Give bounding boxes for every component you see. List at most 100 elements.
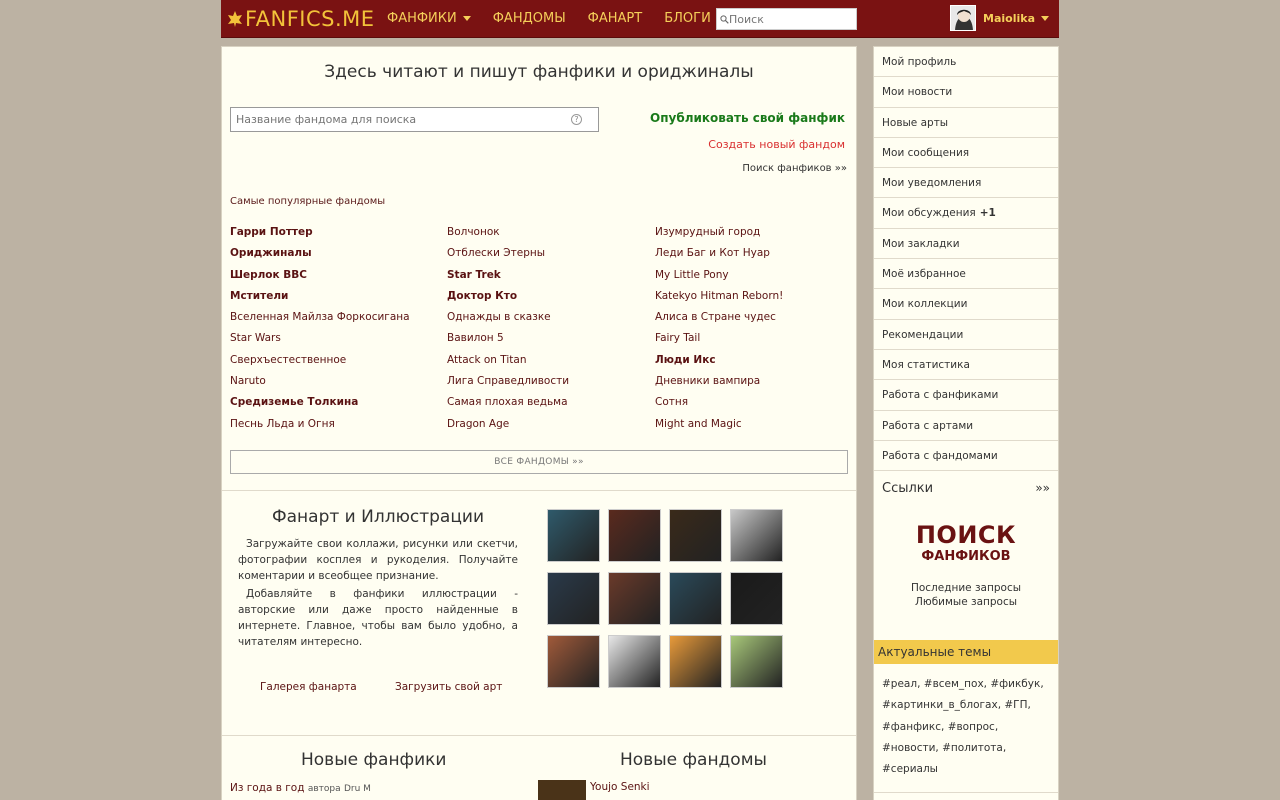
fandom-link[interactable]: Самая плохая ведьма: [447, 394, 655, 415]
fandom-link[interactable]: Волчонок: [447, 224, 655, 245]
art-thumbnail[interactable]: [547, 509, 600, 562]
sidebar-item[interactable]: Мои новости: [874, 77, 1058, 108]
art-thumbnail[interactable]: [669, 572, 722, 625]
fandom-search[interactable]: ?: [230, 107, 599, 132]
topic-tag[interactable]: #всем_пох: [924, 678, 984, 690]
sidebar-item[interactable]: Мои обсуждения +1: [874, 198, 1058, 229]
sidebar-item[interactable]: Мои уведомления: [874, 168, 1058, 199]
sidebar-item[interactable]: Мои коллекции: [874, 289, 1058, 320]
sidebar-item-label[interactable]: Мои сообщения: [882, 147, 969, 159]
sidebar-item-label[interactable]: Работа с фандомами: [882, 450, 998, 462]
new-fic-author[interactable]: Dru M: [344, 784, 371, 794]
publish-fic-link[interactable]: Опубликовать свой фанфик: [650, 111, 845, 125]
create-fandom-link[interactable]: Создать новый фандом: [708, 138, 845, 151]
sidebar-item[interactable]: Мои сообщения: [874, 138, 1058, 169]
topic-tag[interactable]: #фикбук: [990, 678, 1040, 690]
fandom-link[interactable]: Вавилон 5: [447, 330, 655, 351]
art-thumbnail[interactable]: [547, 572, 600, 625]
fic-search-subheading[interactable]: ФАНФИКОВ: [874, 549, 1058, 564]
fandom-link[interactable]: Might and Magic: [655, 416, 850, 437]
fandom-link[interactable]: Алиса в Стране чудес: [655, 309, 850, 330]
sidebar-item-label[interactable]: Мои коллекции: [882, 298, 967, 310]
fandom-link[interactable]: Мстители: [230, 288, 447, 309]
fandom-link[interactable]: Песнь Льда и Огня: [230, 416, 447, 437]
art-thumbnail[interactable]: [669, 509, 722, 562]
fandom-link[interactable]: Ориджиналы: [230, 245, 447, 266]
sidebar-item[interactable]: Моя статистика: [874, 350, 1058, 381]
site-search-input[interactable]: [729, 12, 849, 26]
sidebar-item[interactable]: Новые арты: [874, 108, 1058, 138]
site-search[interactable]: [716, 8, 857, 30]
sidebar-item-label[interactable]: Мой профиль: [882, 56, 956, 68]
upload-art-link[interactable]: Загрузить свой арт: [395, 681, 502, 693]
new-fandom-link[interactable]: Youjo Senki: [590, 781, 650, 793]
topic-tag[interactable]: #ГП: [1004, 699, 1027, 711]
fandom-link[interactable]: Однажды в сказке: [447, 309, 655, 330]
fandom-link[interactable]: Лига Справедливости: [447, 373, 655, 394]
new-fandom-thumbnail[interactable]: [538, 780, 586, 800]
fandom-link[interactable]: Star Wars: [230, 330, 447, 351]
sidebar-item[interactable]: Работа с фандомами: [874, 441, 1058, 472]
topic-tag[interactable]: #картинки_в_блогах: [882, 699, 998, 711]
chevron-down-icon[interactable]: [462, 16, 471, 21]
topic-tag[interactable]: #вопрос: [948, 721, 995, 733]
fandom-link[interactable]: Средиземье Толкина: [230, 394, 447, 415]
topic-tag[interactable]: #политота: [942, 742, 1003, 754]
site-logo[interactable]: FANFICS.ME: [227, 7, 375, 31]
art-thumbnail[interactable]: [730, 572, 783, 625]
art-thumbnail[interactable]: [669, 635, 722, 688]
art-thumbnail[interactable]: [547, 635, 600, 688]
art-thumbnail[interactable]: [608, 635, 661, 688]
help-icon[interactable]: ?: [571, 114, 582, 125]
fic-search-heading[interactable]: ПОИСК: [874, 521, 1058, 549]
art-thumbnail[interactable]: [730, 635, 783, 688]
fandom-link[interactable]: Гарри Поттер: [230, 224, 447, 245]
nav-item[interactable]: ФАНФИКИ: [387, 11, 471, 26]
fandom-link[interactable]: Вселенная Майлза Форкосигана: [230, 309, 447, 330]
new-fic-title[interactable]: Из года в год: [230, 782, 304, 794]
art-thumbnail[interactable]: [608, 572, 661, 625]
fandom-link[interactable]: Fairy Tail: [655, 330, 850, 351]
sidebar-item-label[interactable]: Моё избранное: [882, 268, 966, 280]
fandom-link[interactable]: Сотня: [655, 394, 850, 415]
fandom-link[interactable]: Star Trek: [447, 267, 655, 288]
recent-queries-link[interactable]: Последние запросы: [874, 582, 1058, 594]
art-gallery-link[interactable]: Галерея фанарта: [260, 681, 357, 693]
fandom-link[interactable]: Dragon Age: [447, 416, 655, 437]
new-fic-item[interactable]: Из года в год автора Dru M: [230, 782, 371, 794]
topic-tag[interactable]: #фанфикс: [882, 721, 941, 733]
sidebar-item[interactable]: Мои закладки: [874, 229, 1058, 260]
fandom-link[interactable]: Шерлок BBC: [230, 267, 447, 288]
all-fandoms-button[interactable]: ВСЕ ФАНДОМЫ »»: [230, 450, 848, 474]
art-thumbnail[interactable]: [730, 509, 783, 562]
sidebar-item-label[interactable]: Мои уведомления: [882, 177, 981, 189]
links-row[interactable]: Ссылки »»: [874, 471, 1058, 507]
nav-item-label[interactable]: ФАНАРТ: [588, 11, 643, 26]
sidebar-item[interactable]: Рекомендации: [874, 320, 1058, 350]
username[interactable]: Maiolika: [983, 12, 1035, 25]
links-label[interactable]: Ссылки: [882, 481, 933, 507]
favorite-queries-link[interactable]: Любимые запросы: [874, 596, 1058, 608]
fandom-link[interactable]: Люди Икс: [655, 352, 850, 373]
nav-item-label[interactable]: БЛОГИ: [664, 11, 711, 26]
topic-tag[interactable]: #новости: [882, 742, 935, 754]
fandom-link[interactable]: Katekyo Hitman Reborn!: [655, 288, 850, 309]
sidebar-item-label[interactable]: Работа с артами: [882, 420, 973, 432]
links-arrow[interactable]: »»: [1035, 481, 1050, 507]
fandom-link[interactable]: Сверхъестественное: [230, 352, 447, 373]
fandom-link[interactable]: Доктор Кто: [447, 288, 655, 309]
art-thumbnail[interactable]: [608, 509, 661, 562]
user-menu[interactable]: Maiolika: [950, 5, 1049, 31]
sidebar-item[interactable]: Моё избранное: [874, 259, 1058, 290]
nav-item-label[interactable]: ФАНДОМЫ: [493, 11, 566, 26]
topic-tag[interactable]: #реал: [882, 678, 917, 690]
sidebar-item-label[interactable]: Моя статистика: [882, 359, 970, 371]
sidebar-item-label[interactable]: Работа с фанфиками: [882, 389, 998, 401]
topic-tag[interactable]: #сериалы: [882, 763, 938, 775]
sidebar-item-label[interactable]: Рекомендации: [882, 329, 963, 341]
nav-item[interactable]: БЛОГИ: [664, 11, 711, 26]
avatar[interactable]: [950, 5, 977, 31]
sidebar-item[interactable]: Работа с фанфиками: [874, 380, 1058, 411]
nav-item[interactable]: ФАНДОМЫ: [493, 11, 566, 26]
fandom-link[interactable]: Изумрудный город: [655, 224, 850, 245]
